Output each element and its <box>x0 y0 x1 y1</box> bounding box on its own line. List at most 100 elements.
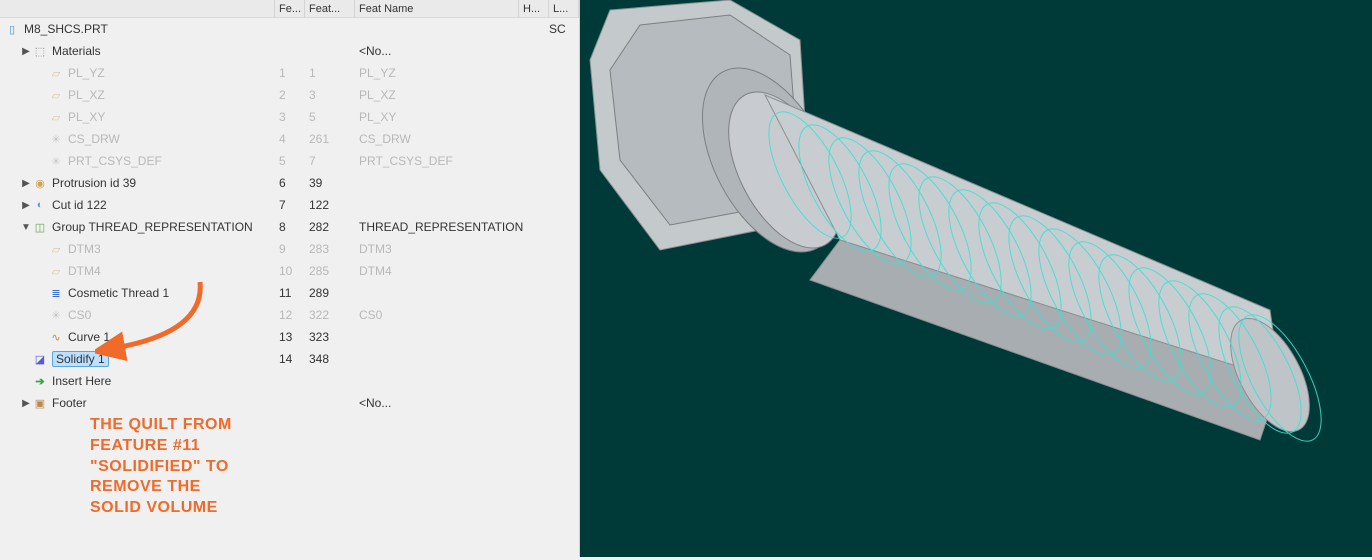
tree-item-label: Footer <box>52 396 87 410</box>
feat-name: <No... <box>355 44 579 58</box>
expand-toggle[interactable]: ▶ <box>20 178 32 189</box>
tree-item-label: Materials <box>52 44 101 58</box>
feat-num: 9 <box>275 242 305 256</box>
expand-toggle[interactable]: ▶ <box>20 398 32 409</box>
tree-header-h[interactable]: H... <box>519 0 549 17</box>
feat-num: 8 <box>275 220 305 234</box>
feat-id: 3 <box>305 88 355 102</box>
tree-item-pl_xy[interactable]: ▱PL_XY35PL_XY <box>0 106 579 128</box>
feat-num: 12 <box>275 308 305 322</box>
plane-icon: ▱ <box>48 263 64 279</box>
feat-name: DTM3 <box>355 242 579 256</box>
group-icon: ◫ <box>32 219 48 235</box>
tree-item-dtm3[interactable]: ▱DTM39283DTM3 <box>0 238 579 260</box>
csys-icon: ✳ <box>48 153 64 169</box>
plane-icon: ▱ <box>48 65 64 81</box>
tree-item-pl_xz[interactable]: ▱PL_XZ23PL_XZ <box>0 84 579 106</box>
tree-item-cosmetic_thread1[interactable]: ≣ Cosmetic Thread 1 11289 <box>0 282 579 304</box>
tree-header-feat[interactable]: Feat... <box>305 0 355 17</box>
feat-num: 1 <box>275 66 305 80</box>
expand-toggle[interactable]: ▶ <box>20 46 32 57</box>
tree-item-label: Solidify 1 <box>52 351 109 367</box>
csys-icon: ✳ <box>48 307 64 323</box>
tree-item-protrusion39[interactable]: ▶◉ Protrusion id 39 639 <box>0 172 579 194</box>
prot-icon: ◉ <box>32 175 48 191</box>
tree-item-prt_csys_def[interactable]: ✳PRT_CSYS_DEF57PRT_CSYS_DEF <box>0 150 579 172</box>
tree-item-cs_drw[interactable]: ✳CS_DRW4261CS_DRW <box>0 128 579 150</box>
bolt-render <box>580 0 1372 557</box>
tree-item-label: DTM3 <box>68 242 101 256</box>
tree-item-materials[interactable]: ▶⬚ Materials <No... <box>0 40 579 62</box>
feat-num: 3 <box>275 110 305 124</box>
cut-icon: ◐ <box>32 197 48 213</box>
tree-item-label: Cut id 122 <box>52 198 107 212</box>
expand-toggle[interactable]: ▶ <box>20 200 32 211</box>
tree-item-label: Group THREAD_REPRESENTATION <box>52 220 253 234</box>
tree-item-label: Cosmetic Thread 1 <box>68 286 169 300</box>
tree-item-insert_here[interactable]: ➔Insert Here <box>0 370 579 392</box>
feat-name: PL_YZ <box>355 66 579 80</box>
tree-item-cs0[interactable]: ✳CS012322CS0 <box>0 304 579 326</box>
feat-num: 6 <box>275 176 305 190</box>
annotation-text: THE QUILT FROM FEATURE #11 "SOLIDIFIED" … <box>90 415 232 519</box>
feat-num: 13 <box>275 330 305 344</box>
feat-num: 5 <box>275 154 305 168</box>
feat-id: 122 <box>305 198 355 212</box>
feat-num: 2 <box>275 88 305 102</box>
tree-header-l[interactable]: L... <box>549 0 579 17</box>
tree-item-label: Protrusion id 39 <box>52 176 136 190</box>
tree-item-solidify1[interactable]: ◪Solidify 114348 <box>0 348 579 370</box>
feat-name: PL_XZ <box>355 88 579 102</box>
tree-header-name <box>0 0 275 17</box>
tree-item-group_thread[interactable]: ▼◫Group THREAD_REPRESENTATION8282THREAD_… <box>0 216 579 238</box>
model-tree-panel: Fe... Feat... Feat Name H... L... ▯ M8_S… <box>0 0 580 557</box>
feat-id: 1 <box>305 66 355 80</box>
feat-name: PL_XY <box>355 110 579 124</box>
feat-name: <No... <box>355 396 579 410</box>
root-status: SC <box>549 22 579 36</box>
plane-icon: ▱ <box>48 87 64 103</box>
curve-icon: ∿ <box>48 329 64 345</box>
model-viewport[interactable] <box>580 0 1372 557</box>
tree-header: Fe... Feat... Feat Name H... L... <box>0 0 579 18</box>
feat-id: 285 <box>305 264 355 278</box>
feat-num: 10 <box>275 264 305 278</box>
plane-icon: ▱ <box>48 241 64 257</box>
feat-id: 323 <box>305 330 355 344</box>
tree-item-label: PRT_CSYS_DEF <box>68 154 162 168</box>
tree-item-curve1[interactable]: ∿ Curve 1 13323 <box>0 326 579 348</box>
feat-id: 39 <box>305 176 355 190</box>
tree-header-featnum[interactable]: Fe... <box>275 0 305 17</box>
tree-item-pl_yz[interactable]: ▱PL_YZ11PL_YZ <box>0 62 579 84</box>
feat-id: 5 <box>305 110 355 124</box>
feat-num: 4 <box>275 132 305 146</box>
mat-icon: ⬚ <box>32 43 48 59</box>
solidify-icon: ◪ <box>32 351 48 367</box>
tree-header-featname[interactable]: Feat Name <box>355 0 519 17</box>
tree-item-label: PL_XZ <box>68 88 105 102</box>
tree-item-label: DTM4 <box>68 264 101 278</box>
feat-num: 7 <box>275 198 305 212</box>
root-label: M8_SHCS.PRT <box>24 22 108 36</box>
feat-id: 289 <box>305 286 355 300</box>
tree-item-label: CS0 <box>68 308 91 322</box>
feat-num: 11 <box>275 286 305 300</box>
footer-icon: ▣ <box>32 395 48 411</box>
tree-item-label: CS_DRW <box>68 132 120 146</box>
tree-item-dtm4[interactable]: ▱DTM410285DTM4 <box>0 260 579 282</box>
feat-name: CS0 <box>355 308 579 322</box>
feat-name: PRT_CSYS_DEF <box>355 154 579 168</box>
thread-icon: ≣ <box>48 285 64 301</box>
tree-item-label: Curve 1 <box>68 330 110 344</box>
insert-icon: ➔ <box>32 373 48 389</box>
feat-name: DTM4 <box>355 264 579 278</box>
tree-root-row[interactable]: ▯ M8_SHCS.PRT SC <box>0 18 579 40</box>
feat-name: CS_DRW <box>355 132 579 146</box>
feat-id: 283 <box>305 242 355 256</box>
expand-toggle[interactable]: ▼ <box>20 222 32 233</box>
csys-icon: ✳ <box>48 131 64 147</box>
part-icon: ▯ <box>4 21 20 37</box>
tree-item-footer[interactable]: ▶▣ Footer <No... <box>0 392 579 414</box>
tree-item-cut122[interactable]: ▶◐ Cut id 122 7122 <box>0 194 579 216</box>
feat-name: THREAD_REPRESENTATION <box>355 220 579 234</box>
